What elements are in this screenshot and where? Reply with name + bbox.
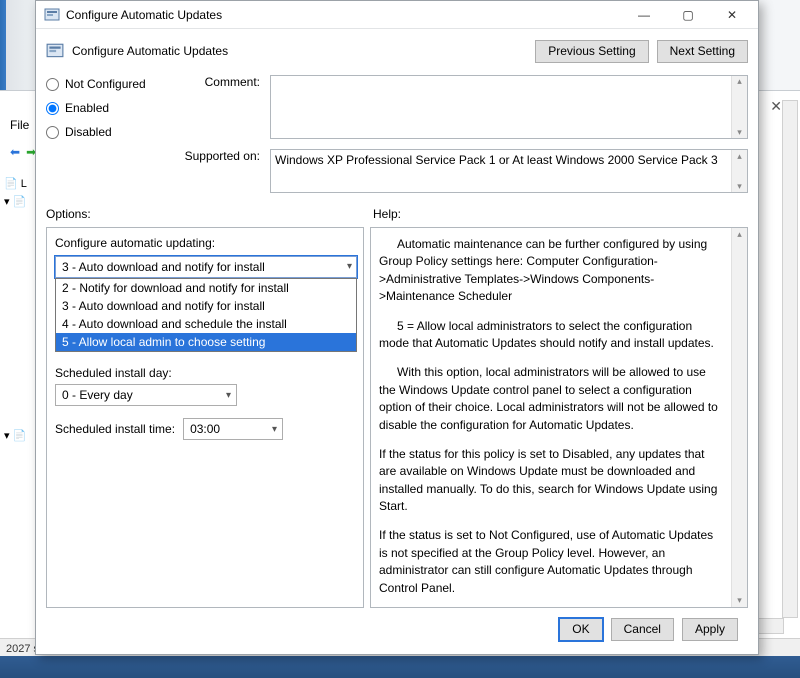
dropdown-option[interactable]: 2 - Notify for download and notify for i… [56,279,356,297]
previous-setting-button[interactable]: Previous Setting [535,40,648,63]
configure-updating-dropdown-list[interactable]: 2 - Notify for download and notify for i… [55,278,357,352]
dialog-subtitle: Configure Automatic Updates [72,44,527,58]
radio-enabled[interactable]: Enabled [46,101,174,115]
help-panel: Automatic maintenance can be further con… [370,227,748,608]
cancel-button[interactable]: Cancel [611,618,674,641]
radio-not-configured[interactable]: Not Configured [46,77,174,91]
help-paragraph: If the status for this policy is set to … [379,446,725,516]
configure-updating-label: Configure automatic updating: [55,236,355,250]
titlebar[interactable]: Configure Automatic Updates — ▢ ✕ [36,1,758,29]
supported-textarea: Windows XP Professional Service Pack 1 o… [270,149,748,193]
radio-disabled[interactable]: Disabled [46,125,174,139]
help-section-label: Help: [373,207,748,221]
background-close-icon[interactable]: ✕ [770,98,782,115]
scheduled-day-label: Scheduled install day: [55,366,355,380]
ok-button[interactable]: OK [559,618,602,641]
background-taskbar [0,656,800,678]
next-setting-button[interactable]: Next Setting [657,40,748,63]
apply-button[interactable]: Apply [682,618,738,641]
dialog-footer: OK Cancel Apply [46,608,748,650]
minimize-button[interactable]: — [622,2,666,28]
state-radio-group: Not Configured Enabled Disabled [46,75,174,193]
chevron-down-icon: ▾ [226,390,231,401]
scheduled-time-label: Scheduled install time: [55,422,175,436]
chevron-down-icon: ▾ [347,261,352,272]
policy-icon [44,7,60,23]
help-scrollbar[interactable]: ▴▾ [731,228,747,607]
supported-label: Supported on: [174,149,270,193]
chevron-down-icon: ▾ [272,424,277,435]
comment-textarea[interactable]: ▴▾ [270,75,748,139]
dialog-window: Configure Automatic Updates — ▢ ✕ Config… [35,0,759,655]
background-tree: 📄 L▾ 📄▾ 📄 [4,175,27,445]
dropdown-option[interactable]: 3 - Auto download and notify for install [56,297,356,315]
scheduled-time-select[interactable]: 03:00 ▾ [183,418,283,440]
options-panel: Configure automatic updating: 3 - Auto d… [46,227,364,608]
close-button[interactable]: ✕ [710,2,754,28]
background-scrollbar-vertical[interactable] [782,100,798,618]
comment-scrollbar[interactable]: ▴▾ [731,76,747,138]
help-paragraph: If the status is set to Not Configured, … [379,527,725,597]
configure-updating-dropdown[interactable]: 3 - Auto download and notify for install… [55,256,357,278]
dropdown-option-selected[interactable]: 5 - Allow local admin to choose setting [56,333,356,351]
window-title: Configure Automatic Updates [66,8,622,22]
scheduled-day-select[interactable]: 0 - Every day ▾ [55,384,237,406]
options-section-label: Options: [46,207,373,221]
comment-label: Comment: [174,75,270,139]
dropdown-option[interactable]: 4 - Auto download and schedule the insta… [56,315,356,333]
policy-icon-small [46,42,64,60]
help-paragraph: Automatic maintenance can be further con… [379,236,725,306]
supported-scrollbar[interactable]: ▴▾ [731,150,747,192]
background-file-menu[interactable]: File [10,118,29,132]
maximize-button[interactable]: ▢ [666,2,710,28]
background-nav-arrows[interactable]: ⬅➡ [10,145,36,159]
help-paragraph: 5 = Allow local administrators to select… [379,318,725,353]
help-paragraph: With this option, local administrators w… [379,364,725,434]
